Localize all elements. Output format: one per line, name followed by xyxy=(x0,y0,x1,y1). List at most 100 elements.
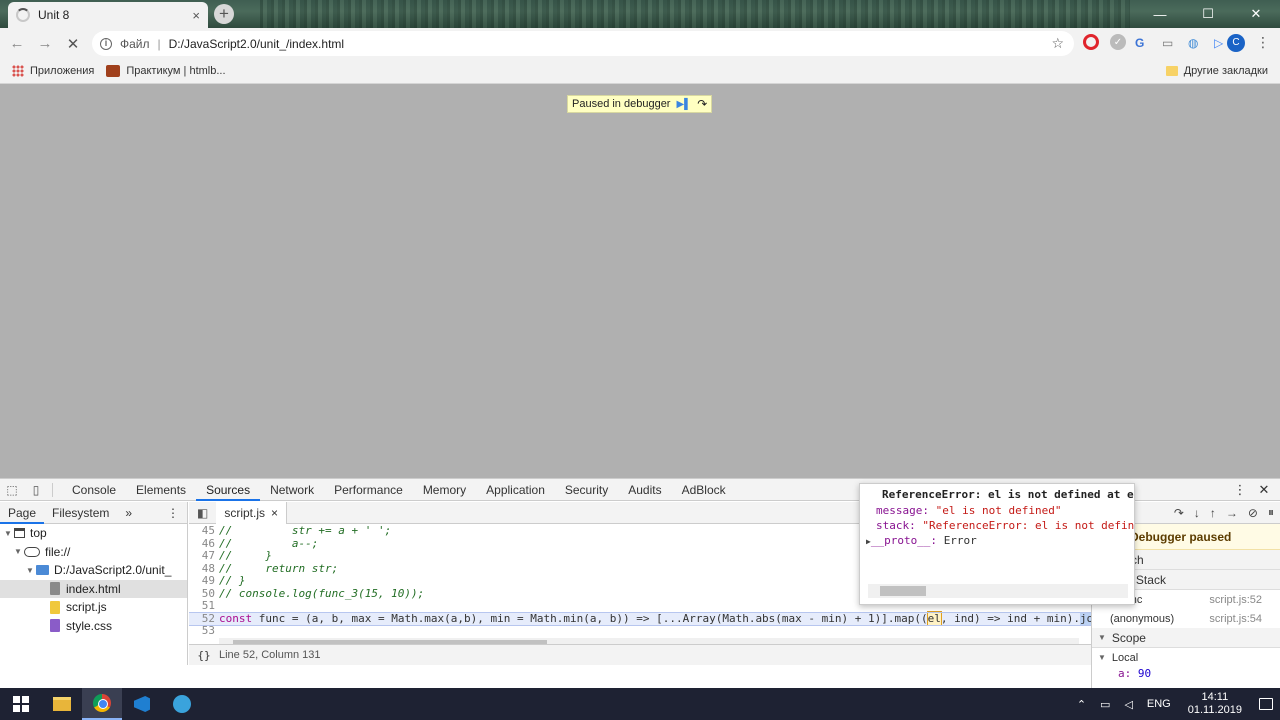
play-extension-icon[interactable]: ▷ xyxy=(1214,34,1223,52)
tab-application[interactable]: Application xyxy=(476,479,555,501)
scrollbar-thumb[interactable] xyxy=(880,586,926,596)
pause-on-exceptions-icon[interactable]: ⏸ xyxy=(1268,505,1274,520)
feed-icon[interactable]: ◍ xyxy=(1188,34,1198,52)
tab-memory[interactable]: Memory xyxy=(413,479,476,501)
maximize-button[interactable]: ☐ xyxy=(1184,0,1232,28)
resume-icon[interactable]: ▶▌ xyxy=(676,99,691,110)
popover-stack-row: stack: "ReferenceError: el is not define… xyxy=(876,519,1134,532)
popover-scrollbar[interactable] xyxy=(868,584,1128,598)
tab-console[interactable]: Console xyxy=(62,479,126,501)
scope-variable: a: 90 xyxy=(1118,667,1152,680)
tree-top[interactable]: ▼ top xyxy=(0,524,187,543)
back-button[interactable]: ← xyxy=(6,33,28,55)
telegram-icon xyxy=(173,695,191,713)
tab-filesystem[interactable]: Filesystem xyxy=(44,502,117,524)
opera-extension-icon[interactable] xyxy=(1083,34,1099,50)
close-window-button[interactable]: ✕ xyxy=(1232,0,1280,28)
popover-message-row: message: "el is not defined" xyxy=(876,504,1062,517)
close-devtools-icon[interactable]: ✕ xyxy=(1252,479,1276,501)
tree-file-style[interactable]: style.css xyxy=(0,617,187,636)
tab-network[interactable]: Network xyxy=(260,479,324,501)
inspect-element-icon[interactable]: ⬚ xyxy=(0,479,24,501)
close-icon: ✕ xyxy=(66,35,80,53)
bookmark-praktikum[interactable]: Практикум | htmlb... xyxy=(106,65,226,77)
forward-button[interactable]: → xyxy=(34,33,56,55)
deactivate-breakpoints-icon[interactable]: ⊘ xyxy=(1248,506,1258,520)
editor-tab-script[interactable]: script.js × xyxy=(216,501,288,524)
windows-icon xyxy=(13,696,29,712)
other-bookmarks[interactable]: Другие закладки xyxy=(1165,65,1268,77)
tree-file-index[interactable]: index.html xyxy=(0,579,187,598)
start-button[interactable] xyxy=(0,688,42,720)
extension-icon[interactable]: ✓ xyxy=(1110,34,1126,50)
navigator-menu-icon[interactable]: ⋮ xyxy=(167,506,187,520)
tab-adblock[interactable]: AdBlock xyxy=(672,479,736,501)
tree-label: script.js xyxy=(66,600,107,615)
tree-folder[interactable]: ▼ D:/JavaScript2.0/unit_ xyxy=(0,561,187,580)
close-icon[interactable]: × xyxy=(271,502,278,524)
tree-label: style.css xyxy=(66,618,113,633)
devtools-menu-icon[interactable]: ⋮ xyxy=(1228,479,1252,501)
bookmarks-bar: Приложения Практикум | htmlb... Другие з… xyxy=(0,59,1280,84)
expand-arrow-icon: ▼ xyxy=(4,528,12,538)
notifications-icon[interactable] xyxy=(1259,698,1273,710)
step-over-icon[interactable]: ↷ xyxy=(1174,506,1184,520)
loading-spinner-icon xyxy=(16,8,30,22)
profile-avatar[interactable]: C xyxy=(1227,34,1245,52)
network-icon[interactable]: ▭ xyxy=(1100,698,1110,711)
step-out-icon[interactable]: ↑ xyxy=(1210,506,1216,520)
folder-icon xyxy=(36,565,49,576)
cloud-icon xyxy=(24,546,40,557)
info-icon[interactable]: i xyxy=(100,37,112,50)
taskbar-telegram[interactable] xyxy=(162,688,202,720)
bookmark-label: Практикум | htmlb... xyxy=(126,65,226,77)
browser-tab[interactable]: Unit 8 × xyxy=(8,2,208,28)
html-file-icon xyxy=(50,582,60,596)
folder-icon xyxy=(1165,66,1178,76)
system-tray: ⌃ ▭ ◁ ENG 14:11 01.11.2019 xyxy=(1070,688,1280,720)
more-tabs-button[interactable]: » xyxy=(117,502,140,524)
taskbar-chrome[interactable] xyxy=(82,688,122,720)
editor-statusbar: {} Line 52, Column 131 xyxy=(189,644,1091,665)
window-controls: — ☐ ✕ xyxy=(1136,0,1280,28)
step-icon[interactable]: → xyxy=(1226,506,1238,520)
taskbar-explorer[interactable] xyxy=(42,688,82,720)
step-over-icon[interactable]: ↷ xyxy=(697,97,707,111)
chevron-up-icon[interactable]: ⌃ xyxy=(1077,698,1086,711)
tab-sources[interactable]: Sources xyxy=(196,479,261,501)
scope-section[interactable]: ▼ Scope xyxy=(1092,628,1280,648)
popover-proto-row[interactable]: ▶__proto__: Error xyxy=(860,533,1134,548)
tab-page[interactable]: Page xyxy=(0,502,45,524)
tab-audits[interactable]: Audits xyxy=(618,479,671,501)
translate-icon[interactable]: G xyxy=(1135,34,1144,52)
bookmark-apps[interactable]: Приложения xyxy=(12,65,94,77)
tab-elements[interactable]: Elements xyxy=(126,479,196,501)
taskbar-vscode[interactable] xyxy=(122,688,162,720)
local-scope[interactable]: ▼ Local xyxy=(1092,648,1280,667)
new-tab-button[interactable]: + xyxy=(214,4,234,24)
stop-button[interactable]: ✕ xyxy=(62,33,84,55)
star-icon[interactable]: ☆ xyxy=(1051,35,1064,52)
address-separator: | xyxy=(157,36,161,51)
tree-origin[interactable]: ▼ file:// xyxy=(0,543,187,562)
address-bar[interactable]: i Файл | D:/JavaScript2.0/unit_/index.ht… xyxy=(92,31,1074,56)
minimize-button[interactable]: — xyxy=(1136,0,1184,28)
tree-file-script[interactable]: script.js xyxy=(0,598,187,617)
step-into-icon[interactable]: ↓ xyxy=(1194,506,1200,520)
device-toolbar-icon[interactable]: ▯ xyxy=(24,479,48,501)
cast-icon[interactable]: ▭ xyxy=(1162,34,1173,52)
toggle-navigator-icon[interactable]: ◧ xyxy=(189,506,216,520)
pretty-print-icon[interactable]: {} xyxy=(189,649,219,662)
tab-security[interactable]: Security xyxy=(555,479,618,501)
code-line-current: 52 const func = (a, b, max = Math.max(a,b… xyxy=(189,610,1091,626)
system-clock[interactable]: 14:11 01.11.2019 xyxy=(1188,691,1242,717)
tab-performance[interactable]: Performance xyxy=(324,479,413,501)
devtools-actions: ⋮ ✕ xyxy=(1228,479,1276,501)
call-frame[interactable]: (anonymous) script.js:54 xyxy=(1092,609,1280,628)
expand-arrow-icon: ▼ xyxy=(14,547,22,557)
expand-arrow-icon: ▼ xyxy=(26,565,34,575)
more-menu-icon[interactable]: ⋮ xyxy=(1256,34,1270,51)
tab-close-icon[interactable]: × xyxy=(192,8,200,23)
language-indicator[interactable]: ENG xyxy=(1147,698,1171,710)
volume-icon[interactable]: ◁ xyxy=(1124,698,1132,711)
